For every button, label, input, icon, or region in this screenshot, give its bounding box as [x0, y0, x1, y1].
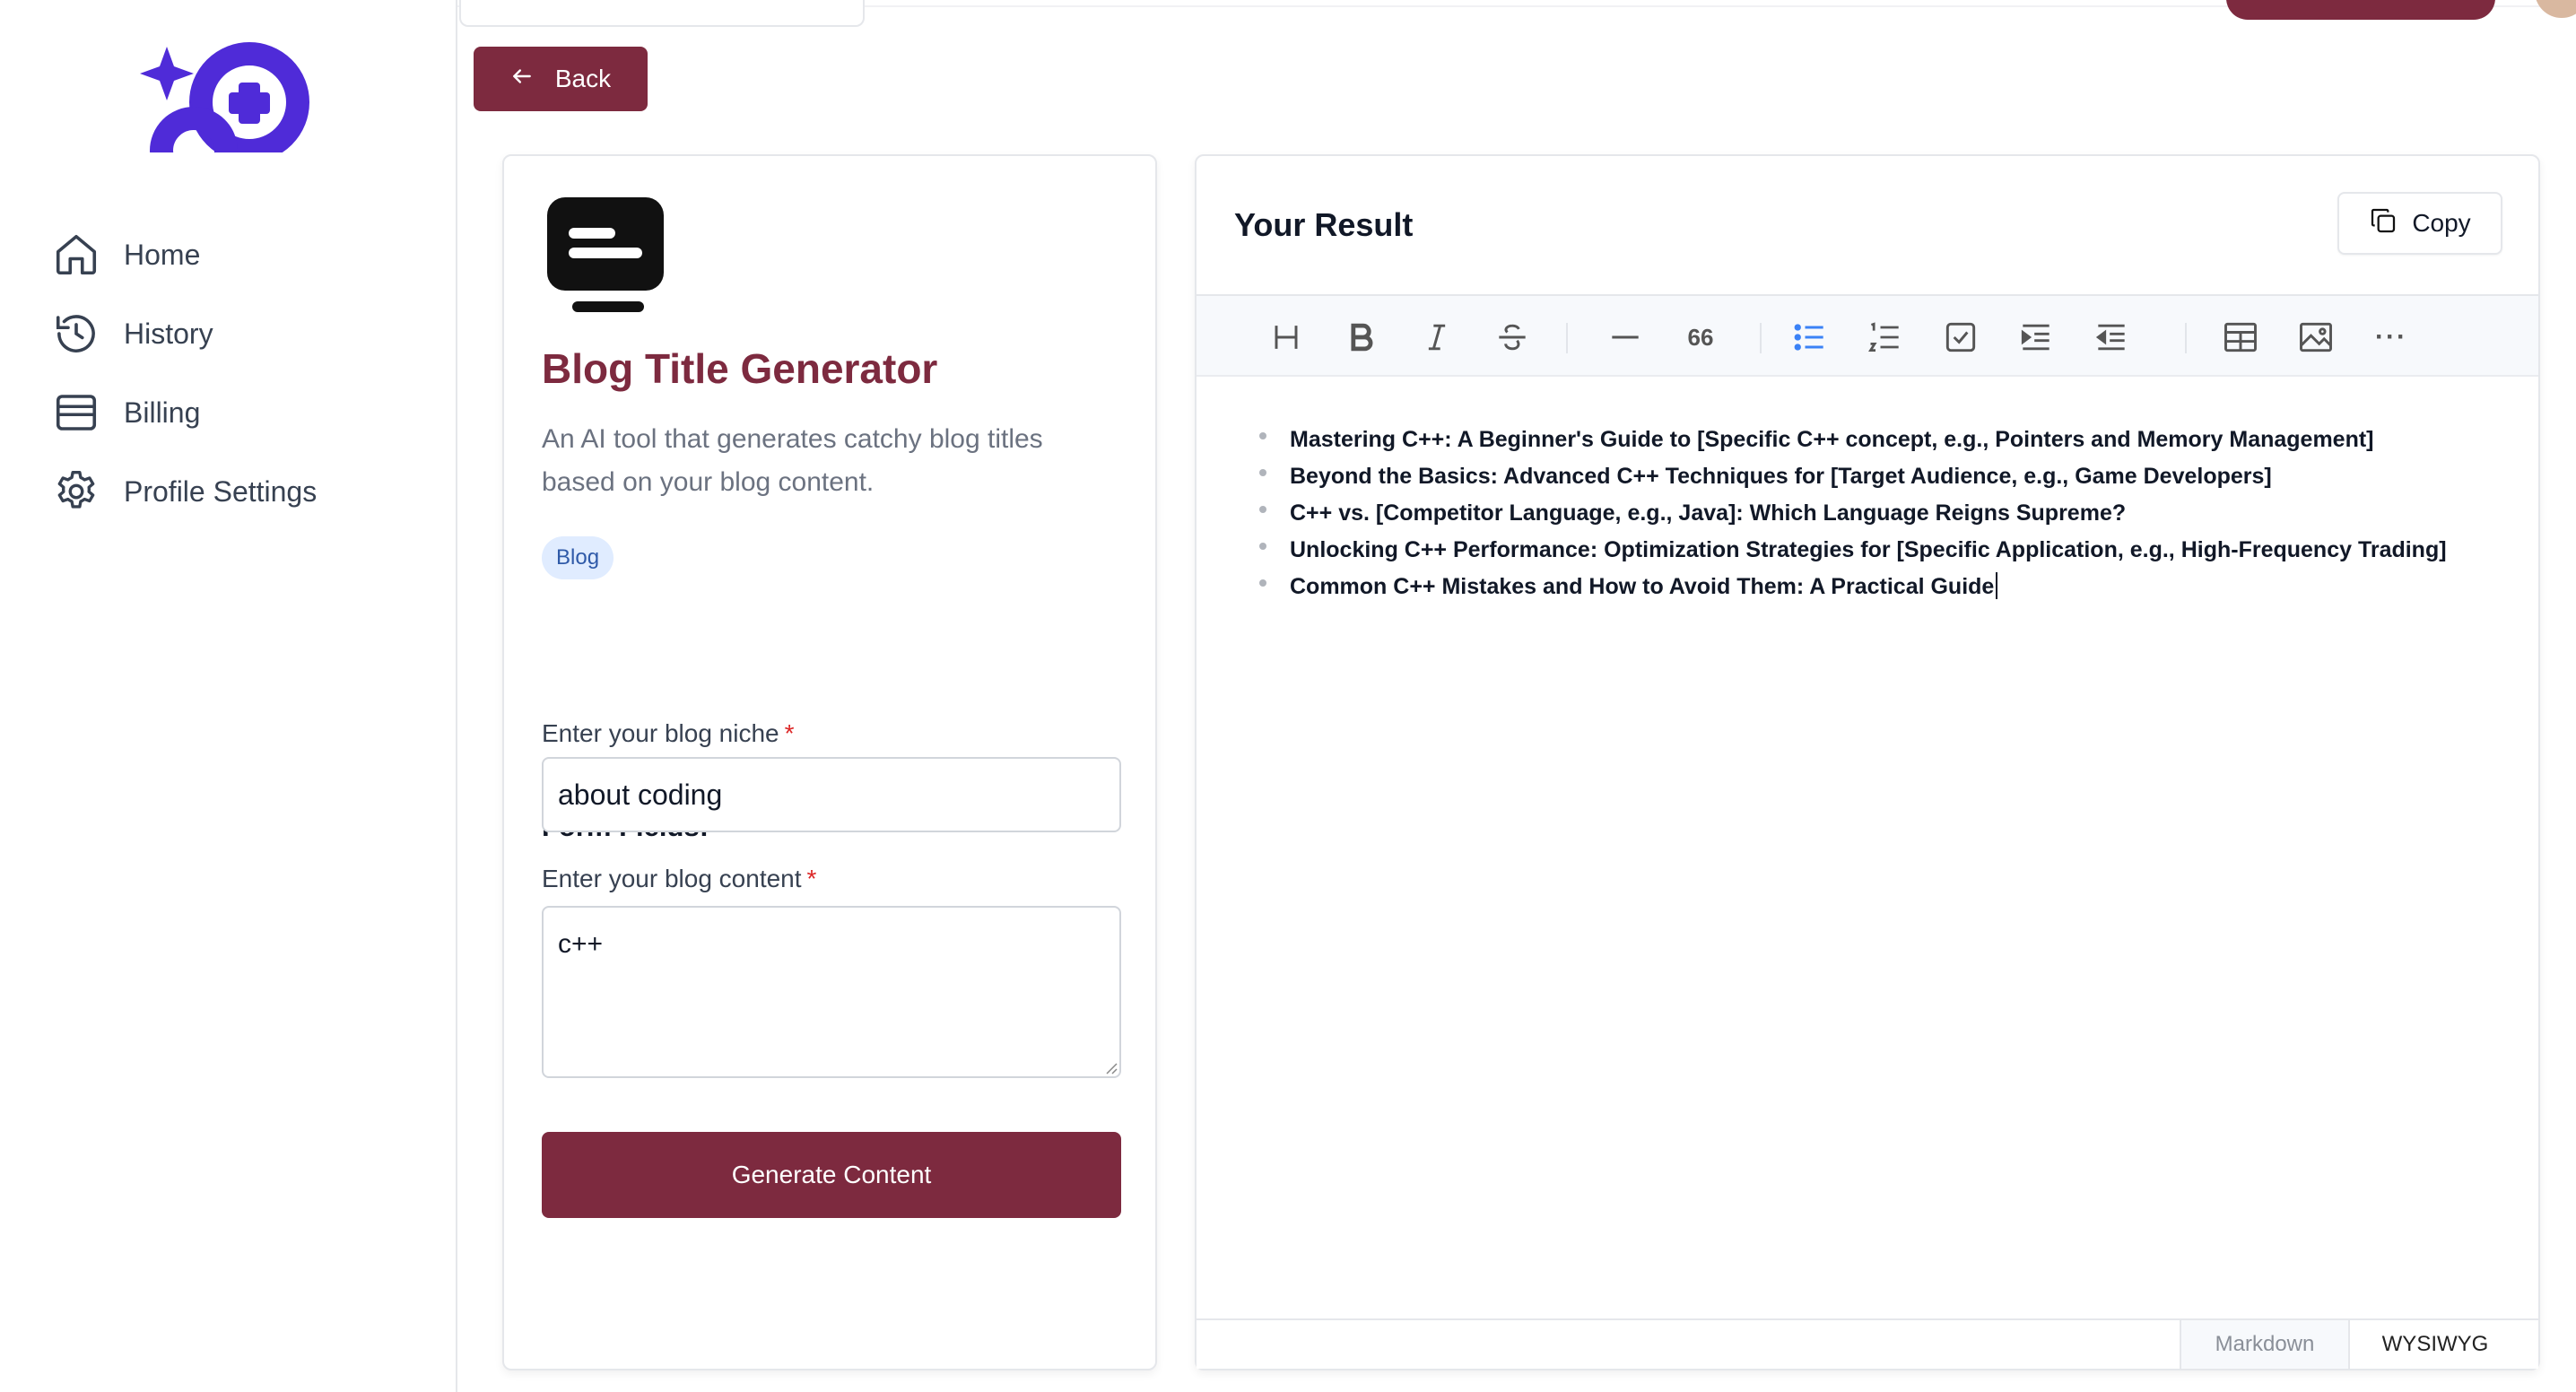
table-button[interactable] — [2217, 314, 2264, 361]
search-bar[interactable] — [459, 0, 865, 27]
bold-icon — [1351, 323, 1373, 352]
more-icon: ··· — [2375, 322, 2407, 352]
top-action-button[interactable] — [2226, 0, 2495, 20]
sidebar-item-label: Home — [124, 238, 201, 271]
editor-content[interactable]: Mastering C++: A Beginner's Guide to [Sp… — [1250, 422, 2506, 605]
task-list-button[interactable] — [1937, 314, 1984, 361]
arrow-left-icon — [510, 65, 534, 94]
indent-button[interactable] — [2013, 314, 2059, 361]
strikethrough-button[interactable] — [1489, 314, 1536, 361]
blog-niche-input[interactable] — [542, 757, 1121, 832]
ordered-list-icon — [1868, 322, 1899, 352]
tab-markdown[interactable]: Markdown — [2180, 1320, 2350, 1369]
bullet-list-button[interactable] — [1787, 314, 1833, 361]
toolbar-separator — [1760, 323, 1762, 353]
back-button[interactable]: Back — [474, 47, 648, 111]
outdent-button[interactable] — [2088, 314, 2135, 361]
billing-icon — [50, 387, 102, 439]
table-icon — [2224, 322, 2257, 352]
tool-description: An AI tool that generates catchy blog ti… — [542, 424, 1043, 497]
list-item: C++ vs. [Competitor Language, e.g., Java… — [1250, 495, 2506, 532]
toolbar-separator — [1566, 323, 1568, 353]
copy-icon — [2369, 206, 2398, 241]
content-label: Enter your blog content * — [542, 865, 817, 892]
heading-button[interactable] — [1263, 314, 1310, 361]
list-item-text: Common C++ Mistakes and How to Avoid The… — [1290, 574, 1995, 599]
image-icon — [2300, 322, 2332, 352]
back-label: Back — [554, 65, 612, 92]
sidebar-item-billing[interactable]: Billing — [50, 373, 427, 452]
blog-content-field: c++ — [542, 906, 1121, 1078]
more-options-button[interactable]: ··· — [2368, 314, 2415, 361]
sidebar-item-label: History — [124, 317, 213, 350]
toolbar-separator — [2185, 323, 2187, 353]
niche-label: Enter your blog niche * — [542, 719, 795, 747]
result-card: Your Result Copy 66 ··· Mastering C++: A… — [1195, 154, 2540, 1370]
image-button[interactable] — [2293, 314, 2339, 361]
generate-content-button[interactable]: Generate Content — [542, 1132, 1121, 1218]
horizontal-rule-icon — [1612, 335, 1639, 339]
history-icon — [50, 308, 102, 360]
copy-button[interactable]: Copy — [2337, 192, 2502, 255]
tab-wysiwyg[interactable]: WYSIWYG — [2350, 1320, 2520, 1369]
copy-label: Copy — [2412, 209, 2471, 237]
ordered-list-button[interactable] — [1862, 314, 1909, 361]
strikethrough-icon — [1499, 324, 1526, 351]
list-item: Common C++ Mistakes and How to Avoid The… — [1250, 569, 2506, 605]
avatar[interactable] — [2535, 0, 2576, 18]
editor-mode-bar: Markdown WYSIWYG — [1197, 1318, 2538, 1369]
tool-title: Blog Title Generator — [542, 345, 938, 392]
app-logo[interactable] — [133, 39, 321, 195]
list-item: Unlocking C++ Performance: Optimization … — [1250, 532, 2506, 569]
editor-toolbar: 66 ··· — [1197, 294, 2538, 377]
category-tag: Blog — [542, 536, 614, 579]
blog-tool-icon — [545, 196, 666, 316]
indent-icon — [2021, 324, 2049, 351]
sidebar-item-label: Billing — [124, 396, 201, 429]
sidebar-item-history[interactable]: History — [50, 294, 427, 373]
sidebar-item-home[interactable]: Home — [50, 215, 427, 294]
list-item: Beyond the Basics: Advanced C++ Techniqu… — [1250, 458, 2506, 495]
bold-button[interactable] — [1338, 314, 1385, 361]
horizontal-rule-button[interactable] — [1602, 314, 1649, 361]
blog-content-textarea[interactable]: c++ — [542, 906, 1121, 1078]
heading-icon — [1275, 326, 1298, 349]
quote-icon: 66 — [1687, 323, 1714, 351]
tool-form-card: Blog Title Generator An AI tool that gen… — [502, 154, 1157, 1370]
bullet-list-icon — [1794, 324, 1823, 351]
text-caret — [1996, 572, 1998, 599]
sidebar-nav: Home History Billing Profile Settings — [50, 215, 427, 531]
sidebar-item-profile-settings[interactable]: Profile Settings — [50, 452, 427, 531]
checkbox-icon — [1945, 322, 1976, 352]
sidebar: Home History Billing Profile Settings — [0, 0, 457, 1392]
outdent-icon — [2095, 324, 2125, 351]
italic-button[interactable] — [1414, 314, 1460, 361]
sidebar-item-label: Profile Settings — [124, 474, 318, 508]
italic-icon — [1428, 324, 1446, 351]
quote-button[interactable]: 66 — [1677, 314, 1724, 361]
list-item: Mastering C++: A Beginner's Guide to [Sp… — [1250, 422, 2506, 458]
gear-icon — [50, 465, 102, 518]
home-icon — [50, 229, 102, 281]
resize-handle-icon[interactable] — [1101, 1058, 1118, 1074]
result-title: Your Result — [1234, 206, 1414, 243]
